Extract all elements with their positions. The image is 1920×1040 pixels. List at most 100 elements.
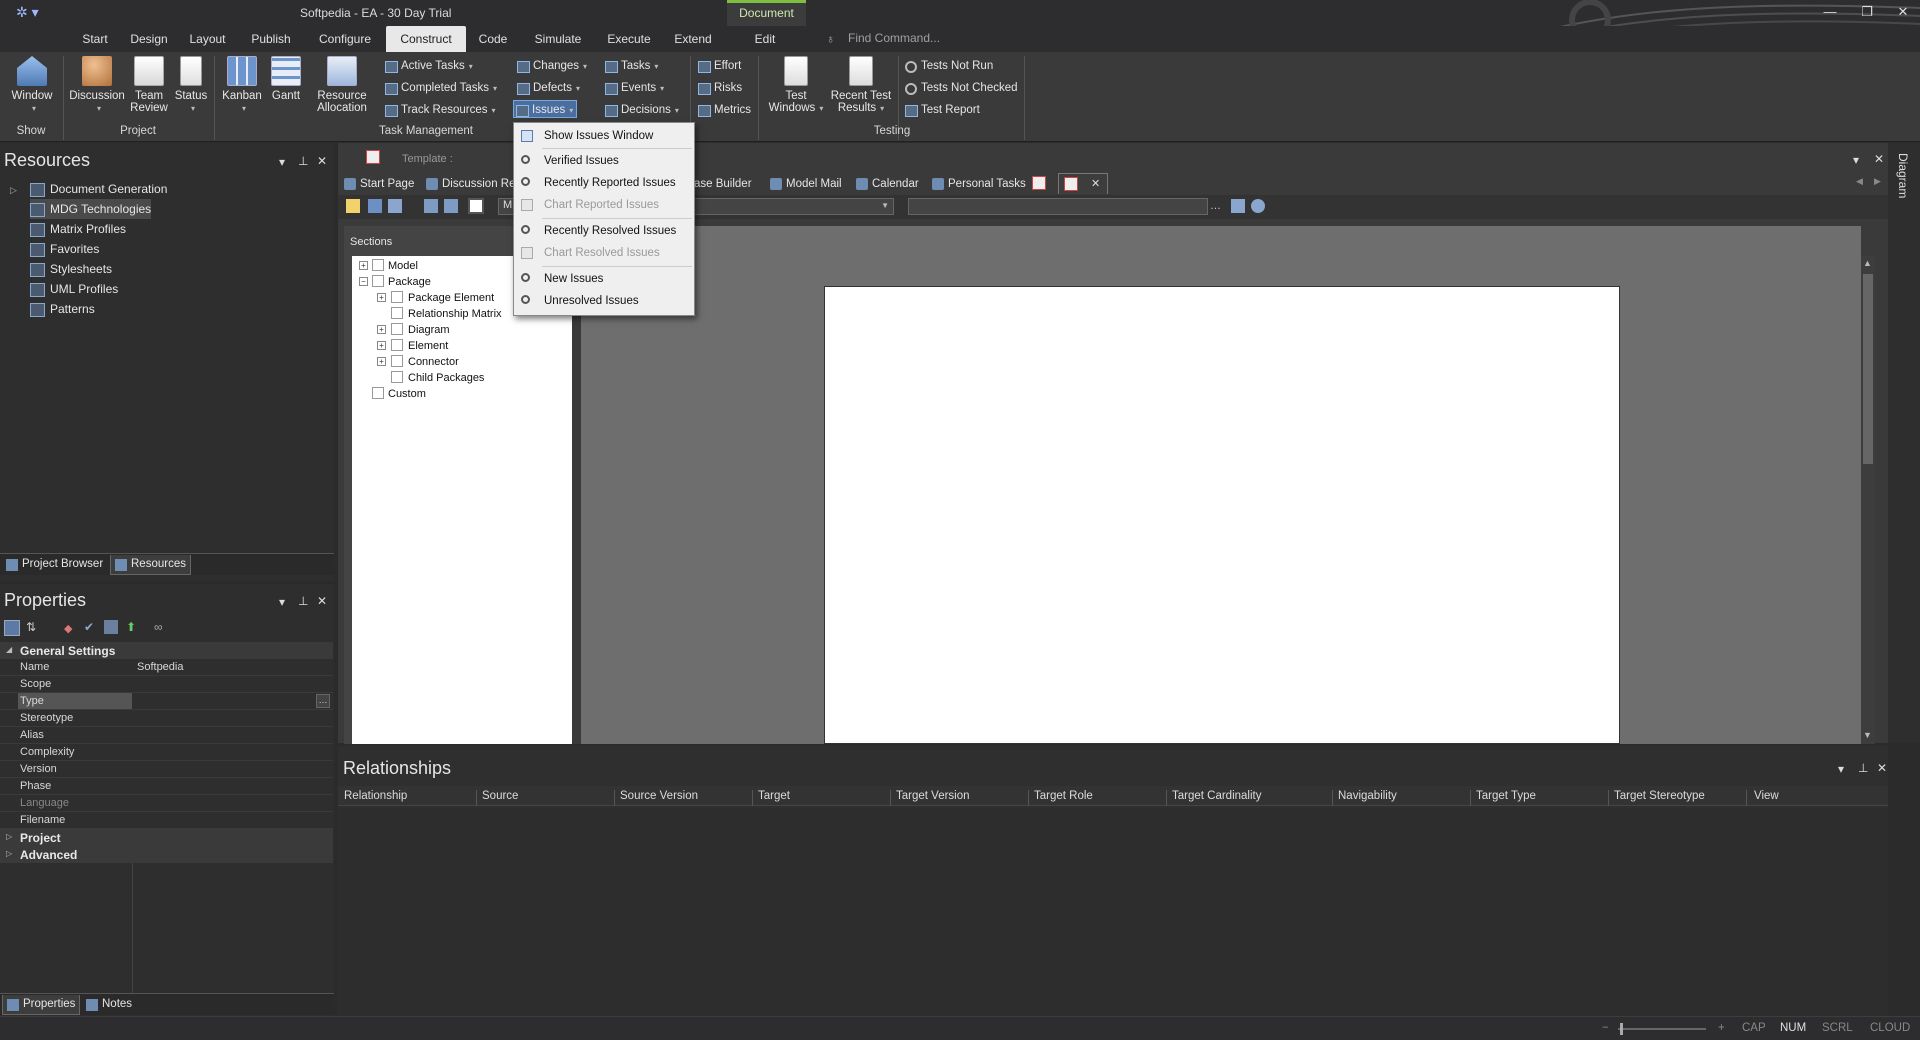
tab-publish[interactable]: Publish (240, 26, 302, 52)
window-button[interactable]: Window ▾ (8, 56, 56, 115)
open-icon[interactable] (444, 199, 458, 213)
changes-button[interactable]: Changes ▾ (515, 57, 587, 75)
test-windows-button[interactable]: Test Windows ▾ (764, 56, 828, 115)
menu-item-recently-reported-issues[interactable]: Recently Reported Issues (514, 172, 694, 194)
color-icon[interactable]: ◆ (64, 622, 72, 635)
category-project[interactable]: ▷ Project (0, 829, 333, 846)
team-review-button[interactable]: Team Review (128, 56, 170, 114)
close-icon[interactable]: ✕ (317, 594, 327, 608)
expand-connector-icon[interactable]: + (377, 357, 386, 366)
panel-menu-icon[interactable]: ▾ (279, 595, 285, 609)
app-menu-icon[interactable]: ✲ ▾ (16, 4, 44, 22)
discussion-button[interactable]: Discussion ▾ (68, 56, 126, 115)
menu-item-new-issues[interactable]: New Issues (514, 268, 694, 290)
category-general-settings[interactable]: ◢ General Settings (0, 642, 333, 659)
save-icon[interactable] (368, 199, 382, 213)
risks-button[interactable]: Risks (696, 79, 742, 97)
col-target-version[interactable]: Target Version (896, 790, 970, 802)
col-target-role[interactable]: Target Role (1034, 790, 1093, 802)
search-field[interactable] (908, 198, 1208, 215)
tab-start[interactable]: Start (70, 26, 120, 52)
doc-tab-database-builder[interactable]: ase Builder (694, 175, 752, 193)
resource-allocation-button[interactable]: Resource Allocation (314, 56, 370, 114)
tab-edit[interactable]: Edit (740, 26, 790, 52)
tab-design[interactable]: Design (120, 26, 178, 52)
tab-properties[interactable]: Properties (2, 995, 81, 1015)
decisions-button[interactable]: Decisions ▾ (603, 101, 679, 119)
panel-menu-icon[interactable]: ▾ (279, 155, 285, 169)
close-icon[interactable]: ✕ (317, 154, 327, 168)
checkbox-relationship-matrix[interactable] (391, 307, 403, 319)
tasks-button[interactable]: Tasks ▾ (603, 57, 658, 75)
events-button[interactable]: Events ▾ (603, 79, 664, 97)
tab-extend[interactable]: Extend (666, 26, 720, 52)
zoom-slider-thumb[interactable] (1620, 1023, 1623, 1035)
tab-resources[interactable]: Resources (110, 555, 191, 575)
calendar-icon[interactable] (1231, 199, 1245, 213)
close-icon[interactable]: ✕ (1874, 152, 1884, 166)
check-icon[interactable]: ✔ (84, 620, 94, 634)
document-menu-icon[interactable]: ▾ (1853, 153, 1859, 167)
menu-item-verified-issues[interactable]: Verified Issues (514, 150, 694, 172)
checkbox-child-packages[interactable] (391, 371, 403, 383)
minimize-button[interactable]: — (1815, 4, 1845, 22)
col-source-version[interactable]: Source Version (620, 790, 698, 802)
tests-not-checked-button[interactable]: Tests Not Checked (903, 79, 1018, 97)
property-scope[interactable]: Scope (0, 676, 333, 693)
tab-simulate[interactable]: Simulate (526, 26, 590, 52)
view-icon[interactable] (468, 198, 484, 214)
tab-configure[interactable]: Configure (310, 26, 380, 52)
doc-tab-personal-tasks[interactable]: Personal Tasks (930, 175, 1026, 193)
property-phase[interactable]: Phase (0, 778, 333, 795)
scroll-down-icon[interactable]: ▼ (1863, 730, 1872, 740)
checkbox-model[interactable] (372, 259, 384, 271)
gantt-button[interactable]: Gantt (266, 56, 306, 102)
tab-project-browser[interactable]: Project Browser (2, 555, 107, 575)
menu-item-recently-resolved-issues[interactable]: Recently Resolved Issues (514, 220, 694, 242)
checkbox-package[interactable] (372, 275, 384, 287)
tab-construct[interactable]: Construct (386, 26, 466, 52)
col-view[interactable]: View (1754, 790, 1779, 802)
scrollbar-thumb[interactable] (1863, 274, 1873, 464)
status-button[interactable]: Status ▾ (172, 56, 210, 115)
property-name[interactable]: Name Softpedia (0, 659, 333, 676)
expand-element-icon[interactable]: + (377, 341, 386, 350)
checkbox-element[interactable] (391, 339, 403, 351)
diagram-side-tab[interactable]: Diagram (1888, 143, 1920, 743)
metrics-button[interactable]: Metrics (696, 101, 751, 119)
pin-icon[interactable]: ⊥ (298, 154, 308, 168)
zoom-out-icon[interactable]: − (1602, 1022, 1609, 1034)
col-navigability[interactable]: Navigability (1338, 790, 1397, 802)
sort-icon[interactable]: ⇅ (26, 620, 36, 634)
pin-icon[interactable]: ⊥ (298, 594, 308, 608)
link-icon[interactable]: ∞ (154, 620, 163, 634)
restore-button[interactable]: ❐ (1852, 4, 1882, 22)
vertical-scrollbar[interactable]: ▲ ▼ (1861, 256, 1875, 744)
col-source[interactable]: Source (482, 790, 518, 802)
expand-model-icon[interactable]: + (359, 261, 368, 270)
collapse-package-icon[interactable]: − (359, 277, 368, 286)
doc-tab-report-icon[interactable] (1032, 176, 1046, 190)
col-target-type[interactable]: Target Type (1476, 790, 1536, 802)
tab-layout[interactable]: Layout (180, 26, 235, 52)
col-target-stereotype[interactable]: Target Stereotype (1614, 790, 1705, 802)
scroll-tabs-right-icon[interactable]: ▶ (1874, 176, 1881, 187)
issues-button[interactable]: Issues ▾ (513, 100, 577, 118)
resource-matrix-profiles[interactable]: Matrix Profiles (30, 219, 126, 239)
menu-item-unresolved-issues[interactable]: Unresolved Issues (514, 290, 694, 312)
track-resources-button[interactable]: Track Resources ▾ (383, 101, 496, 119)
generate-icon[interactable] (424, 199, 438, 213)
resource-mdg-technologies[interactable]: MDG Technologies (30, 199, 152, 219)
zoom-in-icon[interactable]: + (1718, 1022, 1725, 1034)
doc-tab-active-document[interactable]: ✕ (1058, 173, 1108, 194)
expand-icon[interactable]: ▷ (10, 185, 17, 196)
property-stereotype[interactable]: Stereotype (0, 710, 333, 727)
document-page[interactable] (824, 286, 1620, 744)
completed-tasks-button[interactable]: Completed Tasks ▾ (383, 79, 497, 97)
close-tab-icon[interactable]: ✕ (1091, 177, 1100, 190)
zoom-slider[interactable] (1618, 1023, 1706, 1035)
doc-tab-discussion-review[interactable]: Discussion Re (424, 175, 516, 193)
ellipsis-button[interactable]: … (316, 694, 330, 708)
category-advanced[interactable]: ▷ Advanced (0, 846, 333, 863)
resource-stylesheets[interactable]: Stylesheets (30, 259, 112, 279)
